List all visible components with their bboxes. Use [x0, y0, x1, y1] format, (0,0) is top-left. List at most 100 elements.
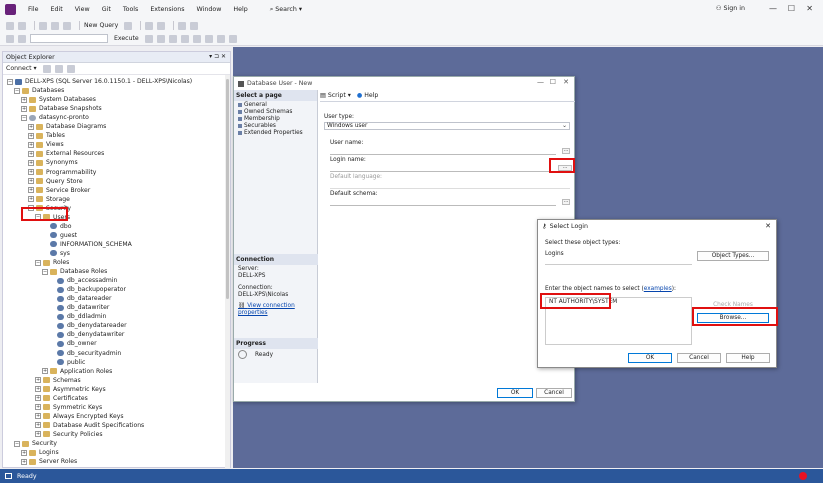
- tree-node[interactable]: db_datareader: [49, 294, 112, 303]
- tree-node[interactable]: db_securityadmin: [49, 349, 121, 358]
- cancel-button[interactable]: Cancel: [677, 353, 721, 363]
- sign-in-button[interactable]: ⚇ Sign in: [716, 5, 745, 12]
- activity-icon[interactable]: [66, 64, 75, 73]
- disconnect-icon[interactable]: [18, 34, 26, 43]
- expand-icon[interactable]: +: [28, 141, 34, 148]
- tree-node[interactable]: guest: [42, 231, 77, 240]
- tree-node[interactable]: − datasync-pronto: [21, 113, 89, 122]
- tree-node[interactable]: db_backupoperator: [49, 285, 126, 294]
- tree-node[interactable]: + Database Diagrams: [28, 122, 106, 131]
- page-securables[interactable]: Securables: [234, 122, 317, 129]
- cancel-button[interactable]: Cancel: [536, 388, 572, 398]
- tree-node[interactable]: INFORMATION_SCHEMA: [42, 240, 132, 249]
- menu-extensions[interactable]: Extensions: [144, 6, 190, 13]
- debug-icon[interactable]: [144, 34, 153, 43]
- collapse-icon[interactable]: −: [7, 78, 13, 85]
- tree-node[interactable]: + Always Encrypted Keys: [35, 412, 124, 421]
- examples-link[interactable]: examples: [644, 286, 672, 292]
- collapse-icon[interactable]: −: [42, 268, 48, 275]
- maximize-icon[interactable]: ☐: [788, 4, 795, 13]
- tree-node[interactable]: db_ddladmin: [49, 312, 106, 321]
- tree-node[interactable]: + Schemas: [35, 376, 81, 385]
- help-button[interactable]: Help: [726, 353, 770, 363]
- expand-icon[interactable]: +: [21, 96, 27, 103]
- menu-file[interactable]: File: [22, 6, 45, 13]
- open-icon[interactable]: [51, 21, 59, 30]
- user-type-select[interactable]: Windows user ⌄: [324, 122, 570, 130]
- expand-icon[interactable]: +: [35, 413, 41, 420]
- expand-icon[interactable]: +: [28, 169, 34, 175]
- tree-node[interactable]: + Programmability: [28, 168, 96, 177]
- close-icon[interactable]: ✕: [806, 4, 813, 13]
- pin-icon[interactable]: ▾ ⊐ ✕: [209, 53, 226, 60]
- plan-icon[interactable]: [168, 34, 177, 43]
- tree-node[interactable]: + Query Store: [28, 177, 83, 186]
- expand-icon[interactable]: +: [21, 458, 27, 465]
- query-icon[interactable]: [124, 21, 133, 30]
- expand-icon[interactable]: +: [28, 187, 34, 194]
- tree-node[interactable]: + Asymmetric Keys: [35, 385, 106, 394]
- indent-icon[interactable]: [228, 34, 237, 43]
- collapse-icon[interactable]: −: [14, 87, 20, 94]
- database-select[interactable]: [30, 34, 108, 43]
- tree-node[interactable]: − DELL-XPS (SQL Server 16.0.1150.1 - DELL…: [7, 77, 192, 86]
- tree-node[interactable]: + Tables: [28, 131, 65, 140]
- tree-node[interactable]: db_owner: [49, 339, 97, 348]
- view-connection-link[interactable]: ⛓ View connection properties: [238, 303, 317, 317]
- folder-icon[interactable]: [190, 21, 199, 30]
- tree-node[interactable]: sys: [42, 249, 70, 258]
- expand-icon[interactable]: +: [35, 422, 41, 429]
- expand-icon[interactable]: +: [35, 431, 41, 438]
- tree-node[interactable]: + Service Broker: [28, 186, 90, 195]
- new-file-icon[interactable]: [39, 21, 47, 30]
- page-owned-schemas[interactable]: Owned Schemas: [234, 108, 317, 115]
- tree-node[interactable]: + Logins: [21, 448, 59, 457]
- expand-icon[interactable]: +: [28, 123, 34, 130]
- text-icon[interactable]: [204, 34, 213, 43]
- menu-tools[interactable]: Tools: [117, 6, 145, 13]
- tree-node[interactable]: + System Databases: [21, 95, 96, 104]
- expand-icon[interactable]: +: [42, 368, 48, 375]
- menu-window[interactable]: Window: [191, 6, 228, 13]
- expand-icon[interactable]: +: [21, 449, 27, 456]
- execute-button[interactable]: Execute: [114, 35, 139, 42]
- connect-dropdown[interactable]: Connect ▾: [6, 65, 37, 72]
- close-icon[interactable]: ✕: [563, 78, 569, 86]
- redo-icon[interactable]: [157, 21, 166, 30]
- new-query-button[interactable]: New Query: [84, 22, 118, 29]
- menu-git[interactable]: Git: [96, 6, 117, 13]
- user-name-input[interactable]: [330, 148, 556, 155]
- layout-icon[interactable]: [178, 21, 187, 30]
- page-membership[interactable]: Membership: [234, 115, 317, 122]
- tree-node[interactable]: db_denydatareader: [49, 321, 127, 330]
- tree-node[interactable]: db_datawriter: [49, 303, 109, 312]
- tree-node[interactable]: + Server Roles: [21, 457, 77, 466]
- user-name-browse-button[interactable]: ...: [562, 148, 570, 154]
- default-schema-browse-button[interactable]: ...: [562, 199, 570, 205]
- search-menu[interactable]: ⌕ Search ▾: [264, 6, 308, 14]
- tree-node[interactable]: + Synonyms: [28, 158, 78, 167]
- tree-node[interactable]: + External Resources: [28, 149, 104, 158]
- close-icon[interactable]: ✕: [765, 222, 771, 230]
- expand-icon[interactable]: +: [28, 178, 34, 185]
- collapse-icon[interactable]: −: [21, 114, 27, 121]
- tree-node[interactable]: public: [49, 358, 85, 367]
- collapse-icon[interactable]: −: [35, 259, 41, 266]
- tree-node[interactable]: db_accessadmin: [49, 276, 117, 285]
- tree-node[interactable]: − Security: [14, 439, 57, 448]
- minimize-icon[interactable]: —: [537, 78, 544, 86]
- page-extended-properties[interactable]: Extended Properties: [234, 129, 317, 136]
- expand-icon[interactable]: +: [21, 105, 27, 112]
- undo-icon[interactable]: [145, 21, 154, 30]
- ok-button[interactable]: OK: [497, 388, 533, 398]
- tree-node[interactable]: + Database Audit Specifications: [35, 421, 144, 430]
- comment-icon[interactable]: [216, 34, 225, 43]
- tree-node[interactable]: + Symmetric Keys: [35, 403, 102, 412]
- collapse-icon[interactable]: −: [14, 440, 20, 447]
- page-general[interactable]: General: [234, 101, 317, 108]
- expand-icon[interactable]: +: [35, 395, 41, 402]
- expand-icon[interactable]: +: [28, 132, 34, 139]
- expand-icon[interactable]: +: [35, 404, 41, 411]
- parse-icon[interactable]: [156, 34, 165, 43]
- save-icon[interactable]: [63, 21, 71, 30]
